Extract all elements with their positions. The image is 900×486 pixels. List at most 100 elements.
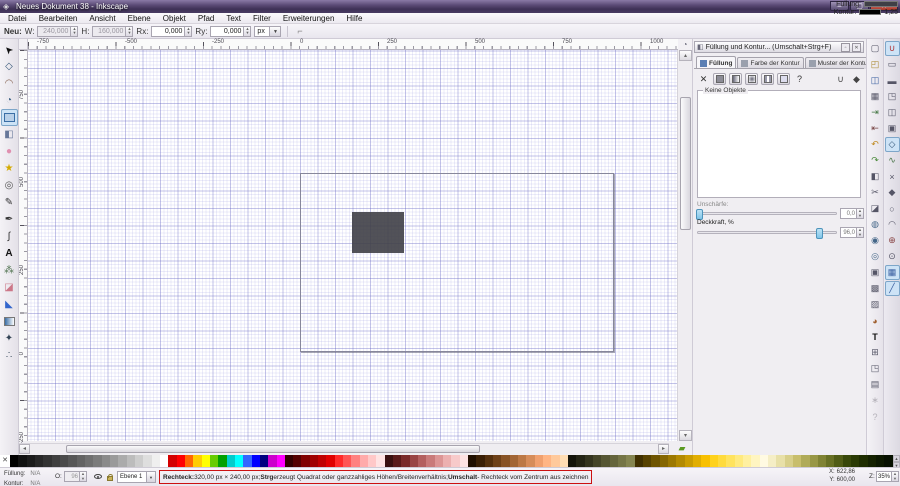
palette-swatch[interactable] xyxy=(243,455,251,467)
palette-swatch[interactable] xyxy=(585,455,593,467)
palette-swatch[interactable] xyxy=(227,455,235,467)
palette-swatch[interactable] xyxy=(851,455,859,467)
palette-swatch[interactable] xyxy=(277,455,285,467)
no-color-swatch[interactable]: ✕ xyxy=(0,455,10,467)
save-document-button[interactable]: ◫ xyxy=(868,73,883,88)
vertical-ruler[interactable]: 7505002500-250 xyxy=(19,50,28,441)
layer-visibility-toggle[interactable] xyxy=(92,471,103,482)
pattern-button[interactable] xyxy=(761,73,774,85)
spin-down-icon[interactable]: ▼ xyxy=(892,477,898,482)
palette-swatch[interactable] xyxy=(785,455,793,467)
snap-guides-button[interactable]: ╱ xyxy=(885,281,900,296)
zoom-drawing-button[interactable]: ◉ xyxy=(868,233,883,248)
snap-midpoints-button[interactable]: ◠ xyxy=(885,217,900,232)
drawn-rectangle[interactable] xyxy=(352,212,404,253)
spin-down-icon[interactable]: ▼ xyxy=(126,31,132,36)
palette-swatch[interactable] xyxy=(476,455,484,467)
vertical-scrollbar-thumb[interactable] xyxy=(680,97,691,230)
menu-hilfe[interactable]: Hilfe xyxy=(340,13,368,23)
snap-rotation-center-button[interactable]: ⊙ xyxy=(885,249,900,264)
zoom-selection-button[interactable]: ◍ xyxy=(868,217,883,232)
spin-down-icon[interactable]: ▼ xyxy=(857,214,863,219)
menu-erweiterungen[interactable]: Erweiterungen xyxy=(277,13,341,23)
palette-swatch[interactable] xyxy=(102,455,110,467)
palette-swatch[interactable] xyxy=(185,455,193,467)
snap-bbox-corners-button[interactable]: ◳ xyxy=(885,89,900,104)
copy-button[interactable]: ◧ xyxy=(868,169,883,184)
palette-swatch[interactable] xyxy=(135,455,143,467)
palette-swatch[interactable] xyxy=(35,455,43,467)
palette-swatch[interactable] xyxy=(85,455,93,467)
ellipse-tool[interactable]: ● xyxy=(1,143,18,160)
snap-bbox-midpoints-button[interactable]: ◫ xyxy=(885,105,900,120)
palette-swatch[interactable] xyxy=(93,455,101,467)
redo-button[interactable]: ↷ xyxy=(868,153,883,168)
palette-swatch[interactable] xyxy=(760,455,768,467)
blur-spinbox[interactable]: 0,0 ▲▼ xyxy=(840,208,864,219)
palette-swatch[interactable] xyxy=(776,455,784,467)
horizontal-scrollbar[interactable]: ◂ ▸ xyxy=(19,443,669,454)
palette-swatch[interactable] xyxy=(301,455,309,467)
menu-bearbeiten[interactable]: Bearbeiten xyxy=(33,13,84,23)
palette-swatch[interactable] xyxy=(826,455,834,467)
palette-swatch[interactable] xyxy=(751,455,759,467)
palette-swatch[interactable] xyxy=(510,455,518,467)
stroke-swatch[interactable] xyxy=(859,9,881,15)
palette-swatch[interactable] xyxy=(168,455,176,467)
palette-swatch[interactable] xyxy=(210,455,218,467)
palette-swatch[interactable] xyxy=(435,455,443,467)
scroll-up-button[interactable]: ▴ xyxy=(679,50,692,61)
rectangle-tool[interactable] xyxy=(1,109,18,126)
palette-swatch[interactable] xyxy=(576,455,584,467)
palette-swatch[interactable] xyxy=(568,455,576,467)
opacity-statusbar-spinbox[interactable]: 96 ▲▼ xyxy=(64,471,87,482)
zoom-tool[interactable]: ◔ xyxy=(1,92,18,109)
ry-field[interactable]: 0,000▲▼ xyxy=(210,26,251,37)
palette-swatch[interactable] xyxy=(859,455,867,467)
swatch-button[interactable] xyxy=(777,73,790,85)
ry-field-value[interactable]: 0,000 xyxy=(210,26,244,37)
unknown-paint-button[interactable]: ? xyxy=(793,73,806,85)
chevron-down-icon[interactable]: ▼ xyxy=(270,26,281,37)
palette-swatch[interactable] xyxy=(660,455,668,467)
palette-swatch[interactable] xyxy=(468,455,476,467)
no-paint-button[interactable]: ✕ xyxy=(697,73,710,85)
palette-swatch[interactable] xyxy=(601,455,609,467)
palette-swatch[interactable] xyxy=(834,455,842,467)
export-button[interactable]: ⇤ xyxy=(868,121,883,136)
zoom-spinbox[interactable]: 35% ▲▼ xyxy=(876,471,899,482)
palette-swatch[interactable] xyxy=(526,455,534,467)
opacity-statusbar-value[interactable]: 96 xyxy=(64,471,80,482)
palette-swatch[interactable] xyxy=(685,455,693,467)
vertical-scrollbar[interactable]: ▴ ▾ xyxy=(677,50,692,441)
palette-swatch[interactable] xyxy=(810,455,818,467)
connector-tool[interactable]: ∴ xyxy=(1,347,18,364)
duplicate-button[interactable]: ▣ xyxy=(868,265,883,280)
tweak-tool[interactable]: ◠ xyxy=(1,75,18,92)
fill-rule-nonzero-button[interactable]: ◆ xyxy=(850,73,863,85)
spin-down-icon[interactable]: ▼ xyxy=(244,31,250,36)
spiral-tool[interactable]: ◎ xyxy=(1,177,18,194)
palette-swatch[interactable] xyxy=(735,455,743,467)
palette-swatch[interactable] xyxy=(518,455,526,467)
palette-swatch[interactable] xyxy=(485,455,493,467)
palette-swatch[interactable] xyxy=(543,455,551,467)
menu-ebene[interactable]: Ebene xyxy=(122,13,157,23)
palette-swatch[interactable] xyxy=(60,455,68,467)
palette-swatch[interactable] xyxy=(418,455,426,467)
palette-swatch[interactable] xyxy=(801,455,809,467)
palette-swatch[interactable] xyxy=(610,455,618,467)
spin-down-icon[interactable]: ▼ xyxy=(857,233,863,238)
palette-swatch[interactable] xyxy=(651,455,659,467)
snap-bbox-centers-button[interactable]: ▣ xyxy=(885,121,900,136)
palette-swatch[interactable] xyxy=(593,455,601,467)
palette-swatch[interactable] xyxy=(143,455,151,467)
dialog-close-button[interactable]: ✕ xyxy=(852,43,861,52)
eraser-tool[interactable]: ◪ xyxy=(1,279,18,296)
selector-tool[interactable]: ➤ xyxy=(1,41,18,58)
flat-color-button[interactable] xyxy=(713,73,726,85)
dropper-tool[interactable]: ✦ xyxy=(1,330,18,347)
snap-bbox-button[interactable]: ▭ xyxy=(885,57,900,72)
snap-smooth-nodes-button[interactable]: ○ xyxy=(885,201,900,216)
palette-swatch[interactable] xyxy=(235,455,243,467)
